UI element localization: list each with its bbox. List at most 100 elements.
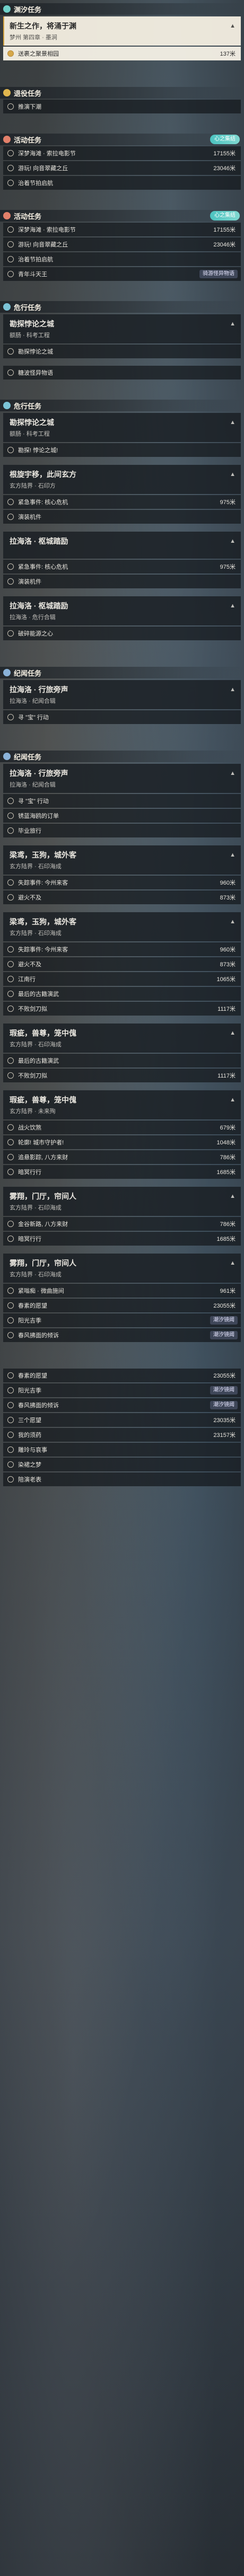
section-event-tag[interactable]: 心之集结: [210, 135, 240, 144]
objective-distance: 23157米: [213, 1432, 236, 1439]
quest-objective-row[interactable]: 江南行 1065米: [3, 972, 241, 986]
quest-objective-row[interactable]: 寻 "宝" 行动: [3, 710, 241, 724]
collapse-chevron-icon[interactable]: ▲: [230, 852, 236, 858]
section-header[interactable]: 活动任务 心之集结: [0, 134, 244, 145]
objective-label: 治着节拍启航: [18, 180, 53, 187]
quest-card[interactable]: 梁鸢，玉狗，城外客 玄方陆界 · 石印海成 ▲: [3, 845, 241, 875]
quest-objective-row[interactable]: 轮廓! 城市守护者! 1048米: [3, 1135, 241, 1149]
section-header[interactable]: 危行任务: [0, 301, 244, 313]
collapse-chevron-icon[interactable]: ▲: [230, 1030, 236, 1036]
objective-label: 紧急事件: 核心危机: [18, 499, 68, 506]
quest-objective-row[interactable]: 陪演老表: [3, 1472, 241, 1486]
quest-objective-row[interactable]: 最后的古籍演武: [3, 987, 241, 1001]
quest-objective-row[interactable]: 金谷新路, 八方来财 786米: [3, 1217, 241, 1231]
section-header[interactable]: 渊汐任务: [0, 3, 244, 15]
quest-subtitle: 玄方陆界 · 石印海成: [10, 930, 62, 937]
collapse-chevron-icon[interactable]: ▲: [230, 419, 236, 426]
quest-objective-row[interactable]: 避火不及 873米: [3, 890, 241, 904]
collapse-chevron-icon[interactable]: ▲: [230, 686, 236, 693]
section-header[interactable]: 危行任务: [0, 400, 244, 411]
quest-objective-row[interactable]: 糖波怪异物语: [3, 366, 241, 380]
section-header-icon: [3, 89, 11, 96]
quest-objective-row[interactable]: 追悬影踪, 八方来财 786米: [3, 1150, 241, 1164]
collapse-chevron-icon[interactable]: ▲: [230, 603, 236, 609]
collapse-chevron-icon[interactable]: ▲: [230, 23, 236, 29]
quest-objective-row[interactable]: 勘探! 悖论之城!: [3, 443, 241, 457]
quest-objective-row[interactable]: 暗冥行行 1685米: [3, 1165, 241, 1179]
objective-checkbox-icon: [7, 1005, 14, 1012]
quest-objective-row[interactable]: 勘探悖论之城: [3, 345, 241, 358]
objective-distance: 786米: [220, 1154, 236, 1161]
quest-objective-row[interactable]: 深梦海滩 · 索拉电影节 17155米: [3, 146, 241, 160]
quest-objective-row[interactable]: 避火不及 873米: [3, 957, 241, 971]
quest-card[interactable]: 瑕疵，兽尊，笼中傀 玄方陆界 · 石印海成 ▲: [3, 1024, 241, 1053]
collapse-chevron-icon[interactable]: ▲: [230, 321, 236, 327]
quest-card[interactable]: 新生之作，将涌于渊 梦州 第四章 · 墨涧 ▲: [3, 16, 241, 46]
section-header[interactable]: 退役任务: [0, 87, 244, 99]
quest-objective-row[interactable]: 暗冥行行 1685米: [3, 1232, 241, 1246]
section-header[interactable]: 活动任务 心之集结: [0, 210, 244, 222]
quest-objective-row[interactable]: 春风拂面的倾诉 潮汐镜阈: [3, 1328, 241, 1342]
quest-title: 拉海洛 · 枢城踏励: [10, 602, 68, 610]
collapse-chevron-icon[interactable]: ▲: [230, 1193, 236, 1199]
quest-card[interactable]: 拉海洛 · 行旅旁声 拉海洛 · 纪闻合辑 ▲: [3, 680, 241, 709]
section-title: 纪闻任务: [14, 669, 42, 677]
quest-objective-row[interactable]: 阳光吉季 潮汐镜阈: [3, 1383, 241, 1397]
quest-objective-row[interactable]: 春素的愿望 23055米: [3, 1299, 241, 1312]
quest-objective-row[interactable]: 春素的愿望 23055米: [3, 1369, 241, 1382]
quest-objective-row[interactable]: 紧急事件: 核心危机 975米: [3, 495, 241, 509]
quest-objective-row[interactable]: 寻 "宝" 行动: [3, 794, 241, 808]
quest-card[interactable]: 瑕疵，兽尊，笼中傀 玄方陆界 · 未来殉 ▲: [3, 1090, 241, 1119]
quest-objective-row[interactable]: 演装机件: [3, 575, 241, 588]
quest-objective-row[interactable]: 锈蓝海鸥的订单: [3, 809, 241, 823]
collapse-chevron-icon[interactable]: ▲: [230, 1097, 236, 1103]
quest-objective-row[interactable]: 阳光吉季 潮汐镜阈: [3, 1313, 241, 1327]
quest-objective-row[interactable]: 演装机件: [3, 510, 241, 524]
collapse-chevron-icon[interactable]: ▲: [230, 538, 236, 544]
quest-objective-row[interactable]: 战火饮煞 679米: [3, 1121, 241, 1134]
quest-objective-row[interactable]: 春风拂面的倾诉 潮汐镜阈: [3, 1398, 241, 1412]
section-event-tag[interactable]: 心之集结: [210, 211, 240, 220]
collapse-chevron-icon[interactable]: ▲: [230, 1260, 236, 1266]
quest-card[interactable]: 拉海洛 · 枢城踏励 ▲: [3, 532, 241, 559]
quest-objective-row[interactable]: 我的须药 23157米: [3, 1428, 241, 1442]
quest-objective-row[interactable]: 染裙之梦: [3, 1458, 241, 1471]
quest-objective-row[interactable]: 送裹之聚景相园 137米: [3, 47, 241, 60]
quest-objective-row[interactable]: 推演下潮: [3, 100, 241, 113]
quest-card[interactable]: 雾翔，门厅，帘间人 玄方陆界 · 石印海成 ▲: [3, 1187, 241, 1216]
quest-objective-row[interactable]: 游玩! 向音翠藏之丘 23046米: [3, 237, 241, 251]
quest-objective-row[interactable]: 青年斗天王6544米骑游怪异物语: [3, 267, 241, 281]
collapse-chevron-icon[interactable]: ▲: [230, 919, 236, 925]
quest-objective-row[interactable]: 毕业旅行: [3, 824, 241, 837]
objective-label: 轮廓! 城市守护者!: [18, 1140, 64, 1146]
quest-objective-row[interactable]: 失踪事件: 今州来客 960米: [3, 942, 241, 956]
quest-objective-row[interactable]: 失踪事件: 今州来客 960米: [3, 876, 241, 889]
quest-card[interactable]: 雾翔，门厅，帘间人 玄方陆界 · 石印海成 ▲: [3, 1254, 241, 1283]
quest-card[interactable]: 拉海洛 · 枢城踏励 拉海洛 · 危行合辑 ▲: [3, 596, 241, 625]
quest-objective-row[interactable]: 三个愿望 23035米: [3, 1413, 241, 1427]
objective-checkbox-icon: [7, 1387, 14, 1393]
quest-objective-row[interactable]: 紧急事件: 核心危机 975米: [3, 560, 241, 574]
quest-objective-row[interactable]: 深梦海滩 · 索拉电影节 17155米: [3, 223, 241, 236]
quest-objective-row[interactable]: 紧嗡痴 · 微曲施间 961米: [3, 1284, 241, 1298]
objective-distance: 873米: [220, 961, 236, 968]
collapse-chevron-icon[interactable]: ▲: [230, 471, 236, 478]
quest-card[interactable]: 勘探悖论之城 额肠 · 科考工程 ▲: [3, 314, 241, 343]
quest-card[interactable]: 勘探悖论之城 额肠 · 科考工程 ▲: [3, 413, 241, 442]
quest-objective-row[interactable]: 雕玲与哀事: [3, 1443, 241, 1457]
quest-objective-row[interactable]: 不败剑刀拟 1117米: [3, 1002, 241, 1016]
quest-card[interactable]: 根旋宇移，此间玄方 玄方陆界 · 石印方 ▲: [3, 465, 241, 494]
collapse-chevron-icon[interactable]: ▲: [230, 770, 236, 777]
quest-objective-row[interactable]: 治着节拍启航: [3, 252, 241, 266]
objective-distance: 1065米: [216, 976, 236, 983]
objective-label: 春风拂面的倾诉: [18, 1402, 59, 1409]
quest-card[interactable]: 梁鸢，玉狗，城外客 玄方陆界 · 石印海成 ▲: [3, 912, 241, 941]
quest-card[interactable]: 拉海洛 · 行旅旁声 拉海洛 · 纪闻合辑 ▲: [3, 764, 241, 793]
quest-objective-row[interactable]: 治着节拍启航: [3, 176, 241, 190]
quest-objective-row[interactable]: 破碎能源之心: [3, 627, 241, 640]
quest-objective-row[interactable]: 游玩! 向音翠藏之丘 23046米: [3, 161, 241, 175]
section-header[interactable]: 纪闻任务: [0, 667, 244, 678]
quest-objective-row[interactable]: 最后的古籍演武: [3, 1054, 241, 1068]
section-header[interactable]: 纪闻任务: [0, 751, 244, 762]
quest-objective-row[interactable]: 不败剑刀拟 1117米: [3, 1069, 241, 1082]
